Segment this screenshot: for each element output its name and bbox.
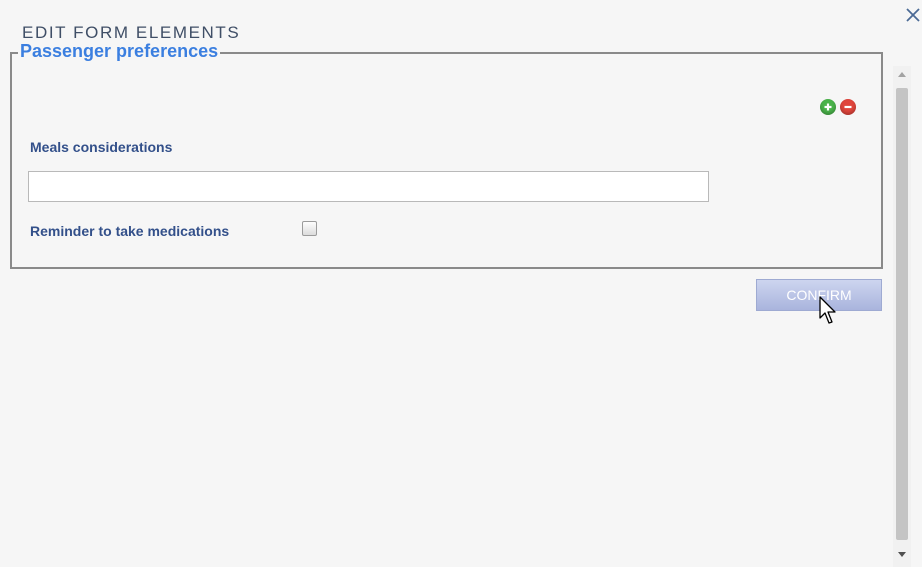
meals-considerations-label: Meals considerations	[30, 139, 173, 155]
field-actions	[820, 99, 856, 115]
scroll-down-arrow-icon[interactable]	[893, 545, 911, 563]
meals-considerations-input[interactable]	[28, 171, 709, 202]
edit-form-dialog: EDIT FORM ELEMENTS Passenger preferences…	[0, 0, 922, 567]
fieldset-legend: Passenger preferences	[18, 39, 221, 63]
close-icon[interactable]	[904, 6, 922, 24]
medication-reminder-checkbox[interactable]	[302, 221, 317, 236]
minus-icon[interactable]	[840, 99, 856, 115]
vertical-scrollbar[interactable]	[893, 66, 911, 567]
scroll-up-arrow-icon[interactable]	[893, 66, 911, 84]
mouse-cursor-icon	[819, 296, 836, 324]
medication-reminder-label: Reminder to take medications	[30, 223, 230, 239]
plus-icon[interactable]	[820, 99, 836, 115]
scrollbar-thumb[interactable]	[896, 88, 908, 540]
